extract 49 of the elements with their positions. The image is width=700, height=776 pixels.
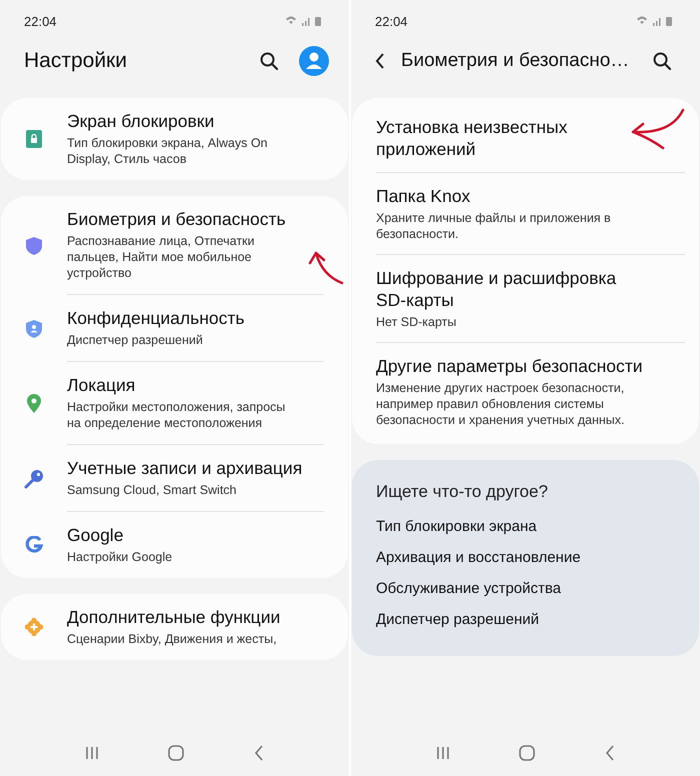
item-title: Локация <box>67 374 136 396</box>
settings-item[interactable]: Биометрия и безопасность Распознавание лица, Отпечатки пальцев, Найти мое мобильное устройство <box>1 196 348 295</box>
settings-item[interactable]: Конфиденциальность Диспетчер разрешений <box>1 295 348 362</box>
settings-item[interactable]: Локация Настройки местоположения, запросы на определение местоположения <box>1 362 348 445</box>
item-subtitle: Храните личные файлы и приложения в безопасности. <box>376 210 612 242</box>
item-title: Экран блокировки <box>67 110 216 132</box>
item-subtitle: Распознавание лица, Отпечатки пальцев, Найти мое мобильное устройство <box>67 233 256 281</box>
status-time: 22:04 <box>24 14 57 28</box>
item-subtitle: Samsung Cloud, Smart Switch <box>67 482 238 498</box>
status-time: 22:04 <box>375 14 408 28</box>
settings-item[interactable]: Учетные записи и архивация Samsung Cloud, Smart Switch <box>1 445 348 512</box>
home-icon[interactable] <box>168 745 184 761</box>
settings-item[interactable]: Папка Knox Храните личные файлы и приложения в безопасности. <box>352 173 699 255</box>
item-title: Биометрия и безопасность <box>67 208 287 230</box>
settings-item[interactable]: Шифрование и расшифровка SD-карты Нет SD-карты <box>352 255 699 343</box>
settings-item[interactable]: Google Настройки Google <box>1 512 348 578</box>
search-icon[interactable] <box>259 51 279 71</box>
profile-avatar-icon[interactable] <box>299 46 329 76</box>
search-icon[interactable] <box>652 51 672 71</box>
item-title: Учетные записи и архивация <box>67 457 304 479</box>
home-icon[interactable] <box>519 745 536 761</box>
item-title: Папка Knox <box>376 185 472 207</box>
screen-title: Биометрия и безопасно… <box>401 50 630 72</box>
item-subtitle: Настройки Google <box>67 549 174 565</box>
item-subtitle: Диспетчер разрешений <box>67 332 204 348</box>
screen-title: Настройки <box>24 49 128 73</box>
item-title: Дополнительные функции <box>67 606 282 628</box>
back-icon[interactable] <box>375 53 385 69</box>
item-title: Шифрование и расшифровка SD-карты <box>376 267 618 311</box>
item-subtitle: Изменение других настроек безопасности, например правил обновления системы безопасности и хранения учетных данных. <box>376 380 626 428</box>
recent-apps-icon[interactable] <box>84 746 99 760</box>
item-title: Google <box>67 524 124 546</box>
item-title: Установка неизвестных приложений <box>376 116 568 160</box>
suggestion-link[interactable]: Обслуживание устройства <box>376 580 675 597</box>
suggestions-heading: Ищете что-то другое? <box>376 482 549 502</box>
item-subtitle: Сценарии Bixby, Движения и жесты, <box>67 631 278 647</box>
settings-item[interactable]: Другие параметры безопасности Изменение других настроек безопасности, например правил обновления системы безопасности и хранения учетных данных. <box>352 343 699 440</box>
settings-item[interactable]: Дополнительные функции Сценарии Bixby, Движения и жесты, <box>1 594 348 660</box>
item-subtitle: Нет SD-карты <box>376 314 458 330</box>
item-subtitle: Настройки местоположения, запросы на определение местоположения <box>67 399 286 431</box>
suggestion-link[interactable]: Архивация и восстановление <box>376 549 675 566</box>
settings-item[interactable]: Установка неизвестных приложений <box>352 104 699 173</box>
item-title: Другие параметры безопасности <box>376 355 644 377</box>
suggestion-link[interactable]: Тип блокировки экрана <box>376 518 675 535</box>
suggestion-link[interactable]: Диспетчер разрешений <box>376 611 675 628</box>
recent-apps-icon[interactable] <box>436 746 450 760</box>
item-title: Конфиденциальность <box>67 307 246 329</box>
settings-item[interactable]: Экран блокировки Тип блокировки экрана, Always On Display, Стиль часов <box>1 98 348 180</box>
item-subtitle: Тип блокировки экрана, Always On Display, Стиль часов <box>67 135 269 167</box>
